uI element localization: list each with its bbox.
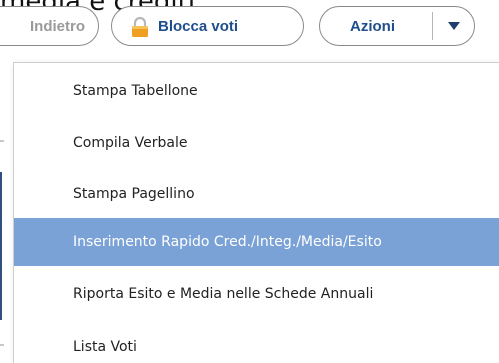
menu-item-inserimento-rapido[interactable]: Inserimento Rapido Cred./Integ./Media/Es… [14, 218, 499, 266]
lock-grades-button-label: Blocca voti [158, 17, 239, 35]
menu-item-stampa-pagellino[interactable]: Stampa Pagellino [14, 170, 499, 218]
menu-item-label: Riporta Esito e Media nelle Schede Annua… [73, 286, 374, 302]
back-button-label: Indietro [30, 17, 85, 35]
actions-divider [432, 12, 433, 40]
left-edge-tick [0, 140, 4, 142]
menu-item-label: Stampa Pagellino [73, 186, 195, 202]
menu-item-label: Compila Verbale [73, 135, 188, 151]
left-edge-fragments [0, 52, 5, 363]
actions-button[interactable]: Azioni [319, 6, 475, 46]
lock-grades-button[interactable]: Blocca voti [111, 6, 304, 46]
menu-item-label: Lista Voti [73, 339, 137, 355]
actions-dropdown-menu: Stampa Tabellone Compila Verbale Stampa … [13, 62, 499, 363]
left-edge-bar [0, 172, 2, 320]
lock-icon [132, 16, 148, 37]
menu-item-compila-verbale[interactable]: Compila Verbale [14, 119, 499, 167]
caret-down-icon[interactable] [448, 22, 460, 30]
menu-item-stampa-tabellone[interactable]: Stampa Tabellone [14, 67, 499, 115]
page: media e crediti": Indietro Blocca voti A… [0, 0, 499, 363]
back-button[interactable]: Indietro [0, 6, 99, 46]
actions-button-label: Azioni [350, 17, 395, 35]
left-edge-tick [0, 344, 4, 346]
menu-item-label: Inserimento Rapido Cred./Integ./Media/Es… [73, 234, 382, 250]
menu-item-riporta-esito[interactable]: Riporta Esito e Media nelle Schede Annua… [14, 270, 499, 318]
menu-item-label: Stampa Tabellone [73, 83, 198, 99]
menu-item-lista-voti[interactable]: Lista Voti [14, 323, 499, 363]
